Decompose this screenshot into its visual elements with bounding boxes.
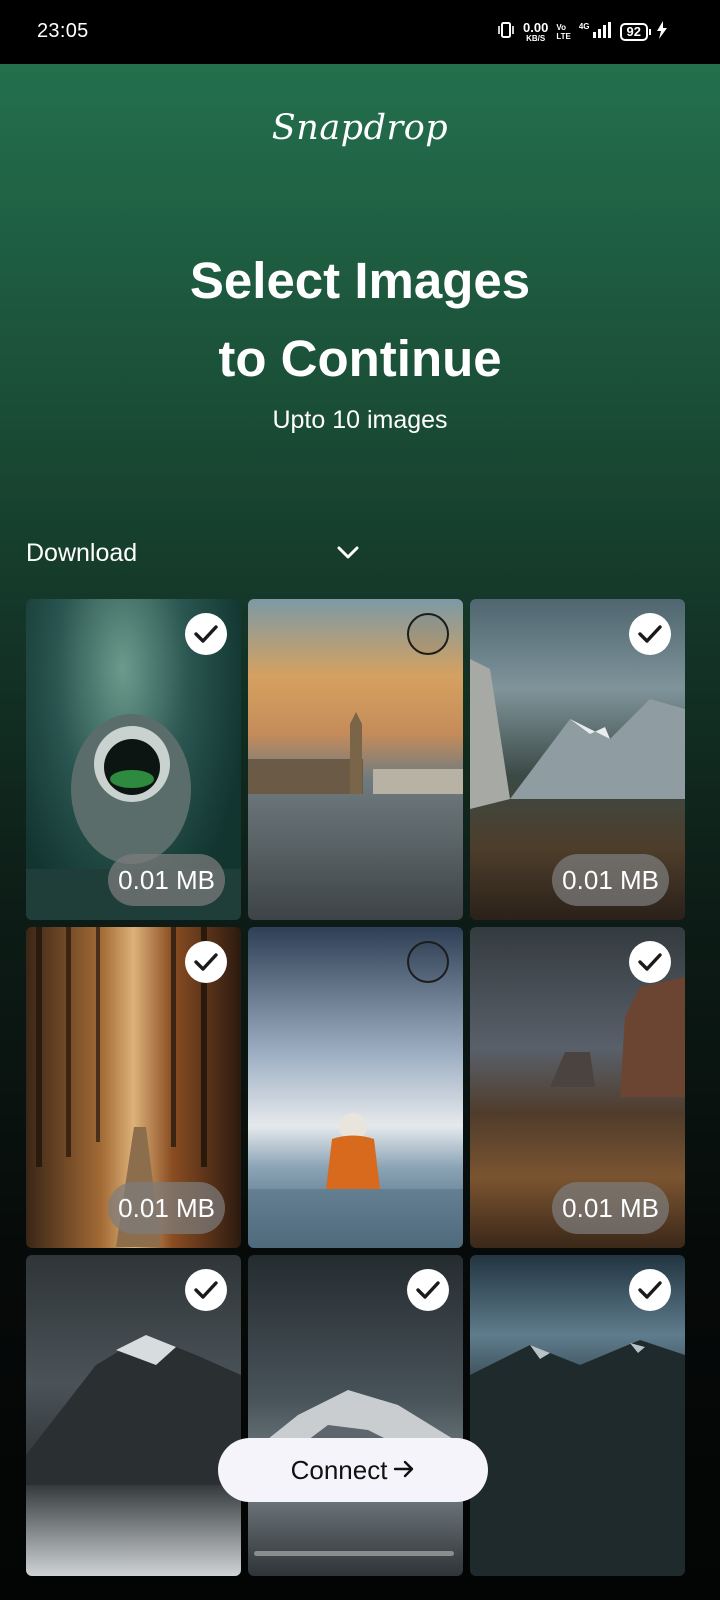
folder-dropdown[interactable]: Download [26,533,360,573]
charging-icon [656,20,668,44]
image-tile[interactable] [248,1255,463,1576]
vibrate-icon [497,21,515,44]
selected-check-icon[interactable] [629,1269,671,1311]
image-tile[interactable] [248,927,463,1248]
selected-check-icon[interactable] [185,613,227,655]
image-tile[interactable] [248,599,463,920]
connect-button-label: Connect [290,1454,388,1485]
app-screen: Snapdrop Select Images to Continue Upto … [0,64,720,1600]
image-tile[interactable]: 0.01 MB [26,599,241,920]
home-indicator[interactable] [254,1551,454,1556]
image-tile[interactable]: 0.01 MB [470,927,685,1248]
unselected-circle-icon[interactable] [407,941,449,983]
image-tile[interactable] [26,1255,241,1576]
network-speed: 0.00 KB/S [523,20,549,43]
volte-indicator: Vo LTE [556,23,571,41]
selected-check-icon[interactable] [407,1269,449,1311]
signal-icon [592,21,612,44]
selected-check-icon[interactable] [629,613,671,655]
app-logo: Snapdrop [271,108,449,148]
status-icons: 0.00 KB/S Vo LTE 4G 92 [497,18,668,46]
unselected-circle-icon[interactable] [407,613,449,655]
image-tile[interactable] [470,1255,685,1576]
file-size-badge: 0.01 MB [552,1182,669,1234]
file-size-badge: 0.01 MB [108,1182,225,1234]
selected-check-icon[interactable] [185,941,227,983]
status-time: 23:05 [37,20,89,42]
arrow-right-icon [393,1455,415,1486]
file-size-badge: 0.01 MB [108,854,225,906]
file-size-badge: 0.01 MB [552,854,669,906]
selected-check-icon[interactable] [629,941,671,983]
connect-button[interactable]: Connect [218,1438,488,1502]
selected-check-icon[interactable] [185,1269,227,1311]
image-tile[interactable]: 0.01 MB [26,927,241,1248]
image-tile[interactable]: 0.01 MB [470,599,685,920]
page-subtitle: Upto 10 images [272,406,448,434]
folder-dropdown-label: Download [26,538,138,567]
chevron-down-icon [336,545,360,561]
battery-icon: 92 [619,23,652,41]
status-bar: 23:05 0.00 KB/S Vo LTE 4G 92 [0,0,720,64]
network-type: 4G [578,21,590,31]
page-title: Select Images to Continue [189,252,531,387]
